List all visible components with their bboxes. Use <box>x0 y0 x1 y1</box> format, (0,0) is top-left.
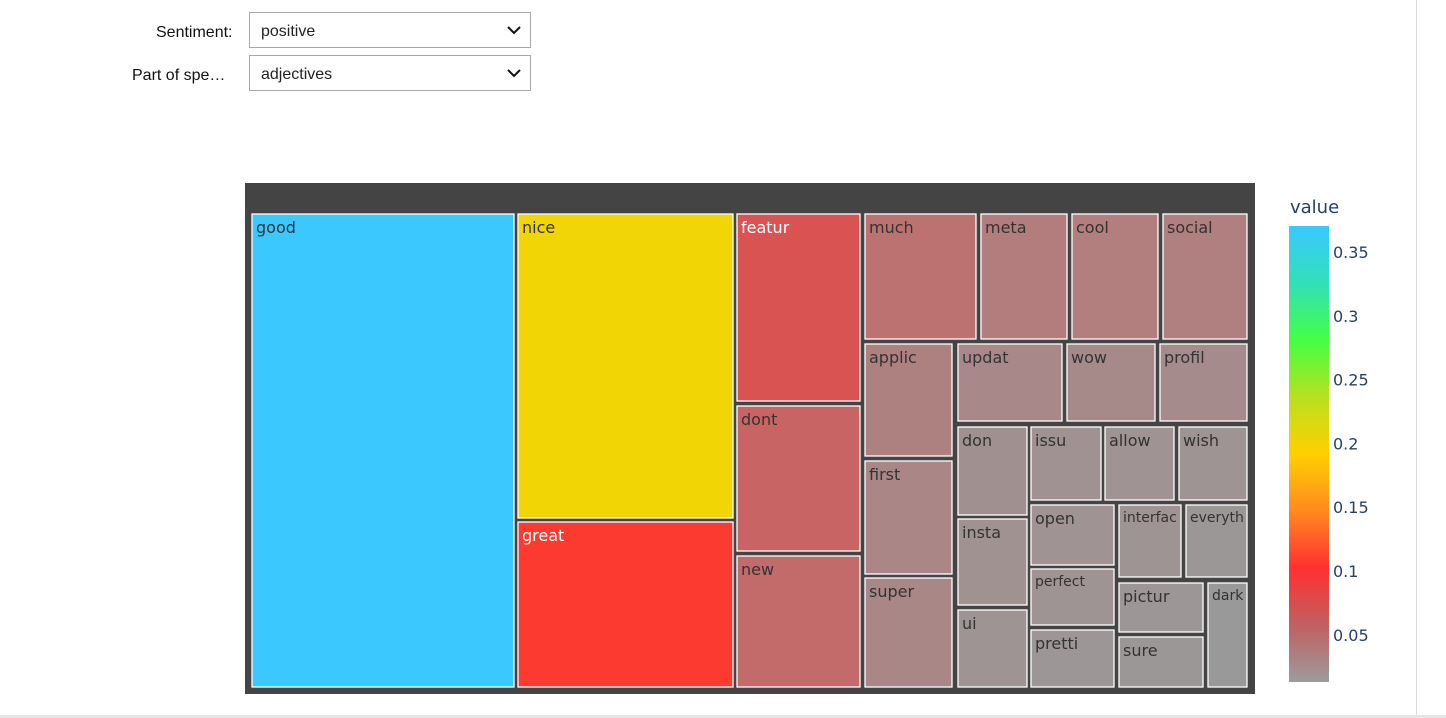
treemap-label: wish <box>1183 431 1219 450</box>
treemap-label: social <box>1167 218 1213 237</box>
treemap-label: profil <box>1164 348 1205 367</box>
treemap-label: open <box>1035 509 1075 528</box>
treemap-label: ui <box>962 614 977 633</box>
treemap-label: insta <box>962 523 1001 542</box>
treemap-label: dont <box>741 410 777 429</box>
treemap-label: everyth <box>1190 510 1244 526</box>
treemap-label: good <box>256 218 296 237</box>
treemap-label: issu <box>1035 431 1066 450</box>
treemap-label: featur <box>741 218 790 237</box>
treemap-label: new <box>741 560 774 579</box>
colorbar-tick-label: 0.15 <box>1333 498 1369 517</box>
treemap-tile-nice[interactable] <box>517 213 734 519</box>
treemap-label: first <box>869 465 900 484</box>
treemap-label: much <box>869 218 914 237</box>
treemap-tile-good[interactable] <box>251 213 515 688</box>
treemap-label: wow <box>1071 348 1107 367</box>
treemap-label: sure <box>1123 641 1158 660</box>
colorbar-tick-label: 0.1 <box>1333 562 1358 581</box>
colorbar-tick-label: 0.05 <box>1333 626 1369 645</box>
colorbar <box>1289 226 1329 682</box>
treemap-label: interfac <box>1123 510 1177 526</box>
treemap-label: don <box>962 431 992 450</box>
treemap-label: great <box>522 526 564 545</box>
colorbar-tick-label: 0.3 <box>1333 307 1358 326</box>
colorbar-title: value <box>1290 197 1339 218</box>
treemap-label: dark <box>1212 588 1244 604</box>
treemap-label: cool <box>1076 218 1109 237</box>
treemap-label: applic <box>869 348 917 367</box>
treemap-tile-great[interactable] <box>517 521 734 688</box>
treemap-label: pretti <box>1035 634 1078 653</box>
treemap-label: meta <box>985 218 1027 237</box>
treemap-chart: good nice great featur dont new much meta cool so… <box>245 183 1369 694</box>
treemap-label: super <box>869 582 914 601</box>
treemap-label: pictur <box>1123 587 1170 606</box>
colorbar-tick-label: 0.2 <box>1333 434 1358 453</box>
treemap-label: perfect <box>1035 574 1085 590</box>
treemap-tile-featur[interactable] <box>736 213 861 402</box>
colorbar-tick-label: 0.35 <box>1333 243 1369 262</box>
treemap-label: updat <box>962 348 1009 367</box>
colorbar-tick-label: 0.25 <box>1333 371 1369 390</box>
treemap-label: allow <box>1109 431 1151 450</box>
treemap-label: nice <box>522 218 555 237</box>
